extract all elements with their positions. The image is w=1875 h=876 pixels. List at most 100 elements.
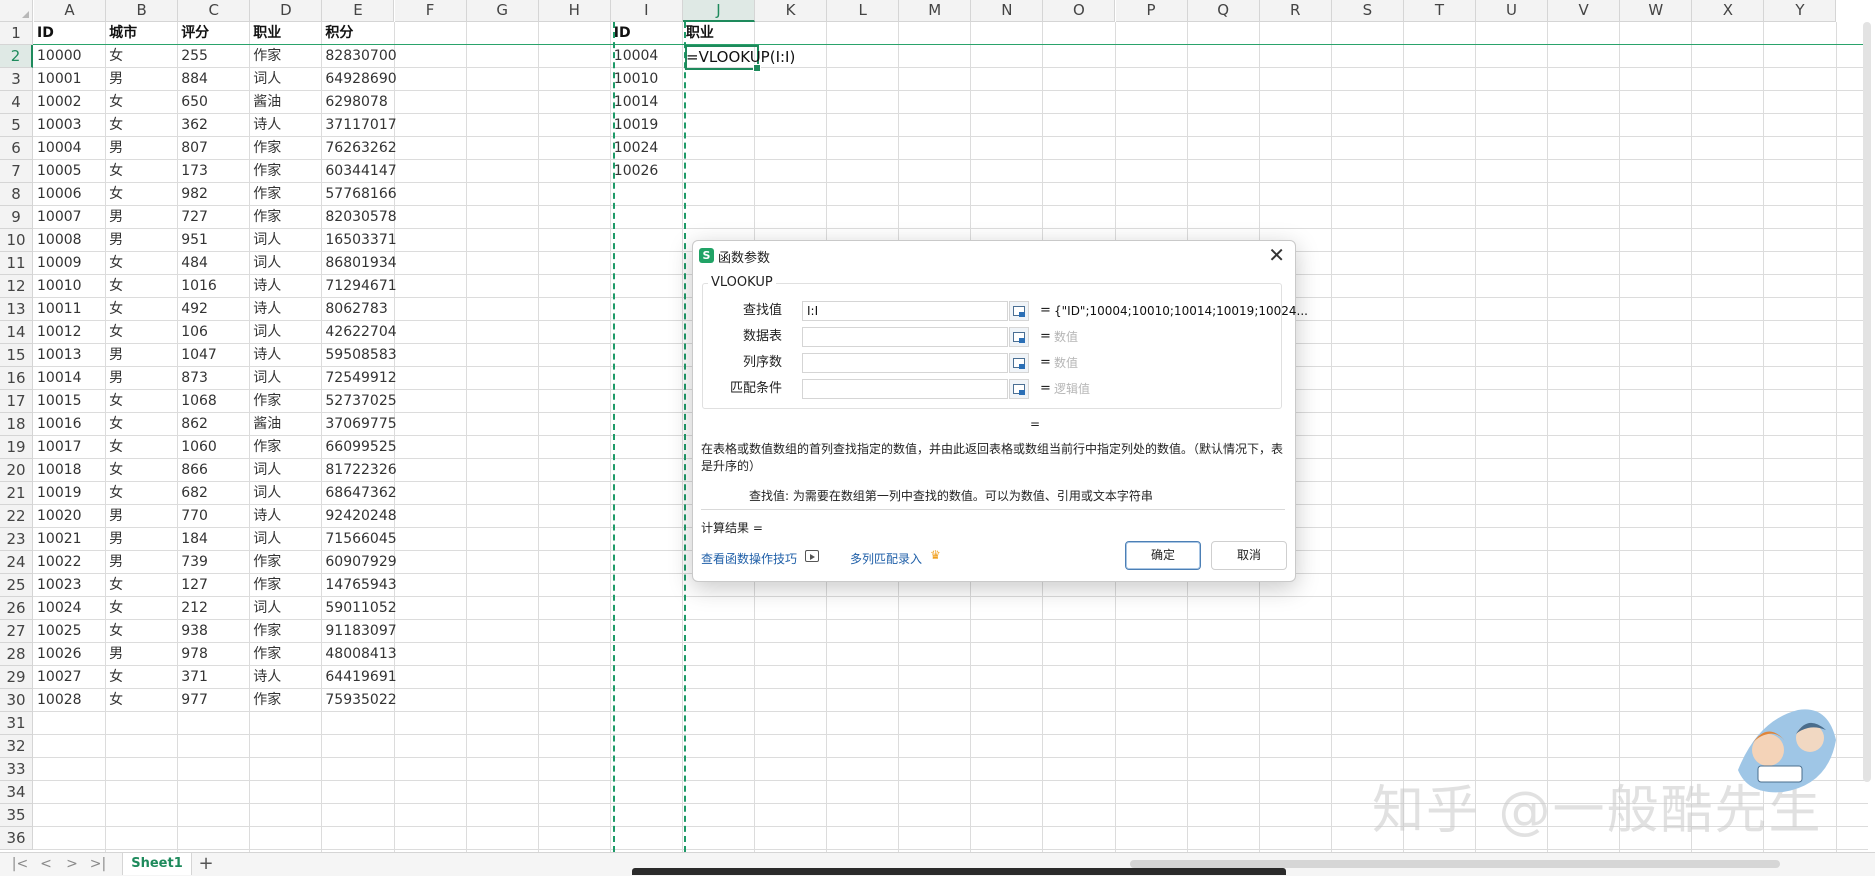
cell-b1[interactable]: 城市 xyxy=(106,22,178,44)
row-header-5[interactable]: 5 xyxy=(0,114,33,137)
cell-a19[interactable]: 10017 xyxy=(34,436,106,458)
row-header-2[interactable]: 2 xyxy=(0,45,33,68)
cell-c30[interactable]: 977 xyxy=(178,689,250,711)
row-header-1[interactable]: 1 xyxy=(0,22,33,45)
column-header-c[interactable]: C xyxy=(178,0,251,22)
column-header-g[interactable]: G xyxy=(466,0,539,22)
cell-c13[interactable]: 492 xyxy=(178,298,250,320)
cell-e26[interactable]: 59011052 xyxy=(322,597,396,619)
cell-c9[interactable]: 727 xyxy=(178,206,250,228)
cell-e18[interactable]: 37069775 xyxy=(322,413,396,435)
cell-e16[interactable]: 72549912 xyxy=(322,367,396,389)
cell-a14[interactable]: 10012 xyxy=(34,321,106,343)
row-header-31[interactable]: 31 xyxy=(0,712,33,735)
column-header-v[interactable]: V xyxy=(1548,0,1621,22)
cell-c26[interactable]: 212 xyxy=(178,597,250,619)
column-header-b[interactable]: B xyxy=(106,0,179,22)
cell-b19[interactable]: 女 xyxy=(106,436,178,458)
cell-a6[interactable]: 10004 xyxy=(34,137,106,159)
row-header-6[interactable]: 6 xyxy=(0,137,33,160)
cell-e21[interactable]: 68647362 xyxy=(322,482,396,504)
cell-c27[interactable]: 938 xyxy=(178,620,250,642)
cell-b9[interactable]: 男 xyxy=(106,206,178,228)
cell-a8[interactable]: 10006 xyxy=(34,183,106,205)
cell-e10[interactable]: 16503371 xyxy=(322,229,396,251)
cell-b16[interactable]: 男 xyxy=(106,367,178,389)
cell-e30[interactable]: 75935022 xyxy=(322,689,396,711)
cell-d7[interactable]: 作家 xyxy=(250,160,322,182)
cell-c19[interactable]: 1060 xyxy=(178,436,250,458)
column-header-q[interactable]: Q xyxy=(1187,0,1260,22)
cell-e12[interactable]: 71294671 xyxy=(322,275,396,297)
cell-c24[interactable]: 739 xyxy=(178,551,250,573)
cell-d19[interactable]: 作家 xyxy=(250,436,322,458)
cell-d24[interactable]: 作家 xyxy=(250,551,322,573)
cell-a25[interactable]: 10023 xyxy=(34,574,106,596)
column-header-m[interactable]: M xyxy=(899,0,972,22)
cell-a7[interactable]: 10005 xyxy=(34,160,106,182)
row-header-32[interactable]: 32 xyxy=(0,735,33,758)
row-header-3[interactable]: 3 xyxy=(0,68,33,91)
cell-d28[interactable]: 作家 xyxy=(250,643,322,665)
cell-d18[interactable]: 酱油 xyxy=(250,413,322,435)
row-header-22[interactable]: 22 xyxy=(0,505,33,528)
horizontal-scrollbar[interactable] xyxy=(1130,860,1780,868)
range-picker-icon[interactable] xyxy=(1009,301,1029,321)
cell-b4[interactable]: 女 xyxy=(106,91,178,113)
column-header-a[interactable]: A xyxy=(34,0,107,22)
cell-e27[interactable]: 91183097 xyxy=(322,620,396,642)
cell-b25[interactable]: 女 xyxy=(106,574,178,596)
cell-a15[interactable]: 10013 xyxy=(34,344,106,366)
cell-e28[interactable]: 48008413 xyxy=(322,643,396,665)
row-header-11[interactable]: 11 xyxy=(0,252,33,275)
cell-d13[interactable]: 诗人 xyxy=(250,298,322,320)
column-header-i[interactable]: I xyxy=(610,0,683,22)
cell-d15[interactable]: 诗人 xyxy=(250,344,322,366)
row-header-36[interactable]: 36 xyxy=(0,827,33,850)
column-header-r[interactable]: R xyxy=(1259,0,1332,22)
cell-a3[interactable]: 10001 xyxy=(34,68,106,90)
cell-d16[interactable]: 词人 xyxy=(250,367,322,389)
column-header-f[interactable]: F xyxy=(394,0,467,22)
row-header-28[interactable]: 28 xyxy=(0,643,33,666)
active-cell-formula[interactable]: =VLOOKUP(I:I) xyxy=(686,46,795,68)
cell-c11[interactable]: 484 xyxy=(178,252,250,274)
cell-c6[interactable]: 807 xyxy=(178,137,250,159)
row-header-29[interactable]: 29 xyxy=(0,666,33,689)
cell-e4[interactable]: 6298078 xyxy=(322,91,394,113)
row-header-35[interactable]: 35 xyxy=(0,804,33,827)
cell-c3[interactable]: 884 xyxy=(178,68,250,90)
cell-d29[interactable]: 诗人 xyxy=(250,666,322,688)
cell-b29[interactable]: 女 xyxy=(106,666,178,688)
cell-e24[interactable]: 60907929 xyxy=(322,551,396,573)
cell-c18[interactable]: 862 xyxy=(178,413,250,435)
cell-c17[interactable]: 1068 xyxy=(178,390,250,412)
cell-e23[interactable]: 71566045 xyxy=(322,528,396,550)
select-all-corner[interactable] xyxy=(0,0,33,22)
cell-a29[interactable]: 10027 xyxy=(34,666,106,688)
cell-c7[interactable]: 173 xyxy=(178,160,250,182)
cell-b28[interactable]: 男 xyxy=(106,643,178,665)
cell-d1[interactable]: 职业 xyxy=(250,22,322,44)
cell-b8[interactable]: 女 xyxy=(106,183,178,205)
column-header-j[interactable]: J xyxy=(682,0,755,22)
cell-b6[interactable]: 男 xyxy=(106,137,178,159)
cell-b18[interactable]: 女 xyxy=(106,413,178,435)
cell-e29[interactable]: 64419691 xyxy=(322,666,396,688)
cell-d9[interactable]: 作家 xyxy=(250,206,322,228)
row-header-18[interactable]: 18 xyxy=(0,413,33,436)
cell-b11[interactable]: 女 xyxy=(106,252,178,274)
first-sheet-icon[interactable]: |< xyxy=(10,855,30,873)
cell-d27[interactable]: 作家 xyxy=(250,620,322,642)
row-header-4[interactable]: 4 xyxy=(0,91,33,114)
cell-i4[interactable]: 10014 xyxy=(611,91,683,113)
cell-c25[interactable]: 127 xyxy=(178,574,250,596)
cell-a22[interactable]: 10020 xyxy=(34,505,106,527)
column-header-n[interactable]: N xyxy=(971,0,1044,22)
cell-e9[interactable]: 82030578 xyxy=(322,206,396,228)
cell-e3[interactable]: 64928690 xyxy=(322,68,396,90)
cell-d8[interactable]: 作家 xyxy=(250,183,322,205)
col-index-input[interactable] xyxy=(802,353,1008,373)
prev-sheet-icon[interactable]: < xyxy=(36,855,56,873)
row-header-10[interactable]: 10 xyxy=(0,229,33,252)
